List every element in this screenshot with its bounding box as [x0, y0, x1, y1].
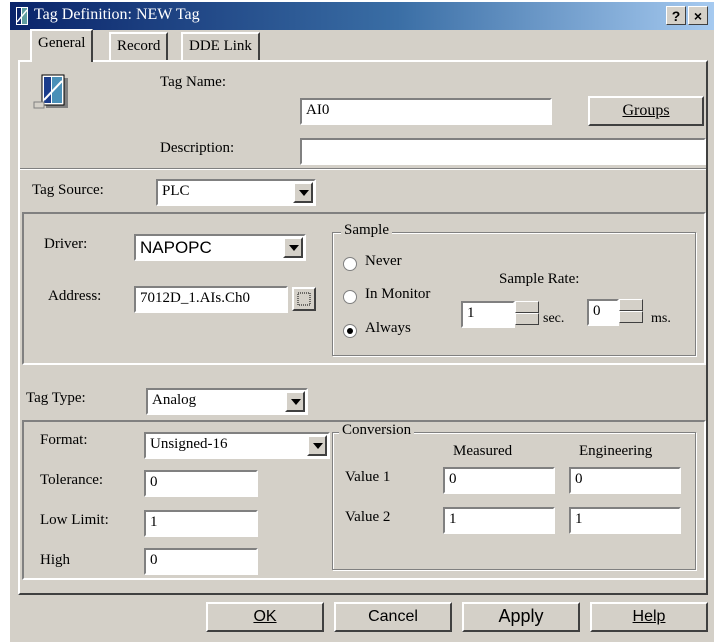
ellipsis-icon	[297, 292, 311, 306]
chevron-down-icon[interactable]	[293, 182, 313, 203]
chevron-down-icon[interactable]	[283, 237, 303, 258]
title-bar[interactable]: Tag Definition: NEW Tag ? ×	[10, 2, 714, 30]
format-label: Format:	[40, 432, 88, 448]
address-input[interactable]: 7012D_1.AIs.Ch0	[134, 286, 288, 313]
format-value: Unsigned-16	[150, 436, 228, 452]
ms-input[interactable]: 0	[587, 299, 619, 326]
value2-engineering-input[interactable]: 1	[569, 507, 681, 534]
seconds-unit: sec.	[543, 311, 565, 326]
groups-button[interactable]: Groups	[588, 96, 704, 126]
help-button-label: Help	[632, 608, 666, 625]
ok-button-label: OK	[253, 608, 277, 625]
high-input[interactable]: 0	[144, 548, 258, 575]
tag-definition-icon	[33, 74, 68, 109]
value1-engineering-input[interactable]: 0	[569, 467, 681, 494]
tab-dde-link-label: DDE Link	[189, 38, 252, 54]
sample-groupbox: Sample Never In Monitor Always Sample Ra…	[332, 222, 696, 356]
tab-record[interactable]: Record	[109, 32, 169, 60]
driver-value: NAPOPC	[140, 238, 212, 257]
apply-button[interactable]: Apply	[462, 602, 580, 632]
address-label: Address:	[48, 288, 102, 304]
description-input[interactable]	[300, 138, 706, 165]
radio-always[interactable]	[343, 324, 357, 338]
apply-button-label: Apply	[498, 606, 544, 626]
spin-up-icon[interactable]	[619, 299, 643, 311]
tag-type-label: Tag Type:	[26, 390, 86, 406]
tolerance-input[interactable]: 0	[144, 470, 258, 497]
sample-title: Sample	[341, 222, 392, 239]
in-monitor-label: In Monitor	[365, 286, 431, 302]
spin-down-icon[interactable]	[619, 311, 643, 323]
separator	[20, 168, 706, 170]
tag-source-combo[interactable]: PLC	[156, 179, 316, 206]
cancel-button-label: Cancel	[368, 608, 418, 625]
tab-general-label: General	[38, 35, 86, 51]
format-combo[interactable]: Unsigned-16	[144, 432, 330, 459]
tab-dde-link[interactable]: DDE Link	[181, 32, 260, 60]
description-label: Description:	[160, 140, 235, 156]
value2-label: Value 2	[345, 509, 391, 525]
chevron-down-icon[interactable]	[285, 391, 305, 412]
tag-app-icon	[16, 7, 28, 25]
tab-general[interactable]: General	[30, 29, 94, 62]
value1-label: Value 1	[345, 469, 391, 485]
always-label: Always	[365, 320, 411, 336]
browse-address-button[interactable]	[292, 287, 316, 311]
help-button[interactable]: Help	[590, 602, 708, 632]
engineering-header: Engineering	[579, 443, 653, 459]
tag-type-combo[interactable]: Analog	[146, 388, 308, 415]
conversion-groupbox: Conversion Measured Engineering Value 1 …	[332, 422, 696, 570]
groups-button-label: Groups	[622, 102, 670, 119]
sample-rate-label: Sample Rate:	[499, 271, 580, 287]
tag-source-value: PLC	[162, 183, 190, 199]
driver-panel: Driver: NAPOPC Address: 7012D_1.AIs.Ch0 …	[22, 212, 706, 365]
low-limit-label: Low Limit:	[40, 512, 109, 528]
high-label: High	[40, 552, 70, 568]
cancel-button[interactable]: Cancel	[334, 602, 452, 632]
value2-measured-input[interactable]: 1	[443, 507, 555, 534]
help-title-button[interactable]: ?	[666, 6, 686, 25]
seconds-spinner[interactable]	[515, 301, 539, 326]
ms-unit: ms.	[651, 311, 671, 326]
tag-definition-dialog: Tag Definition: NEW Tag ? × General Reco…	[8, 0, 714, 642]
window-title: Tag Definition: NEW Tag	[34, 6, 200, 23]
chevron-down-icon[interactable]	[307, 435, 327, 456]
tolerance-label: Tolerance:	[40, 472, 104, 488]
value1-measured-input[interactable]: 0	[443, 467, 555, 494]
ok-button[interactable]: OK	[206, 602, 324, 632]
tag-source-label: Tag Source:	[32, 182, 104, 198]
spin-up-icon[interactable]	[515, 301, 539, 313]
driver-combo[interactable]: NAPOPC	[134, 234, 306, 261]
driver-label: Driver:	[44, 236, 88, 252]
radio-in-monitor[interactable]	[343, 290, 357, 304]
radio-never[interactable]	[343, 257, 357, 271]
tag-name-input[interactable]: AI0	[300, 98, 552, 125]
conversion-title: Conversion	[339, 422, 415, 439]
measured-header: Measured	[453, 443, 513, 459]
analog-panel: Format: Unsigned-16 Tolerance: 0 Low Lim…	[22, 420, 706, 580]
ms-spinner[interactable]	[619, 299, 643, 324]
seconds-input[interactable]: 1	[461, 301, 515, 328]
never-label: Never	[365, 253, 402, 269]
tab-record-label: Record	[117, 38, 161, 54]
close-button[interactable]: ×	[688, 6, 708, 25]
tag-name-label: Tag Name:	[160, 74, 227, 90]
low-limit-input[interactable]: 1	[144, 510, 258, 537]
tag-type-value: Analog	[152, 392, 197, 408]
spin-down-icon[interactable]	[515, 313, 539, 325]
